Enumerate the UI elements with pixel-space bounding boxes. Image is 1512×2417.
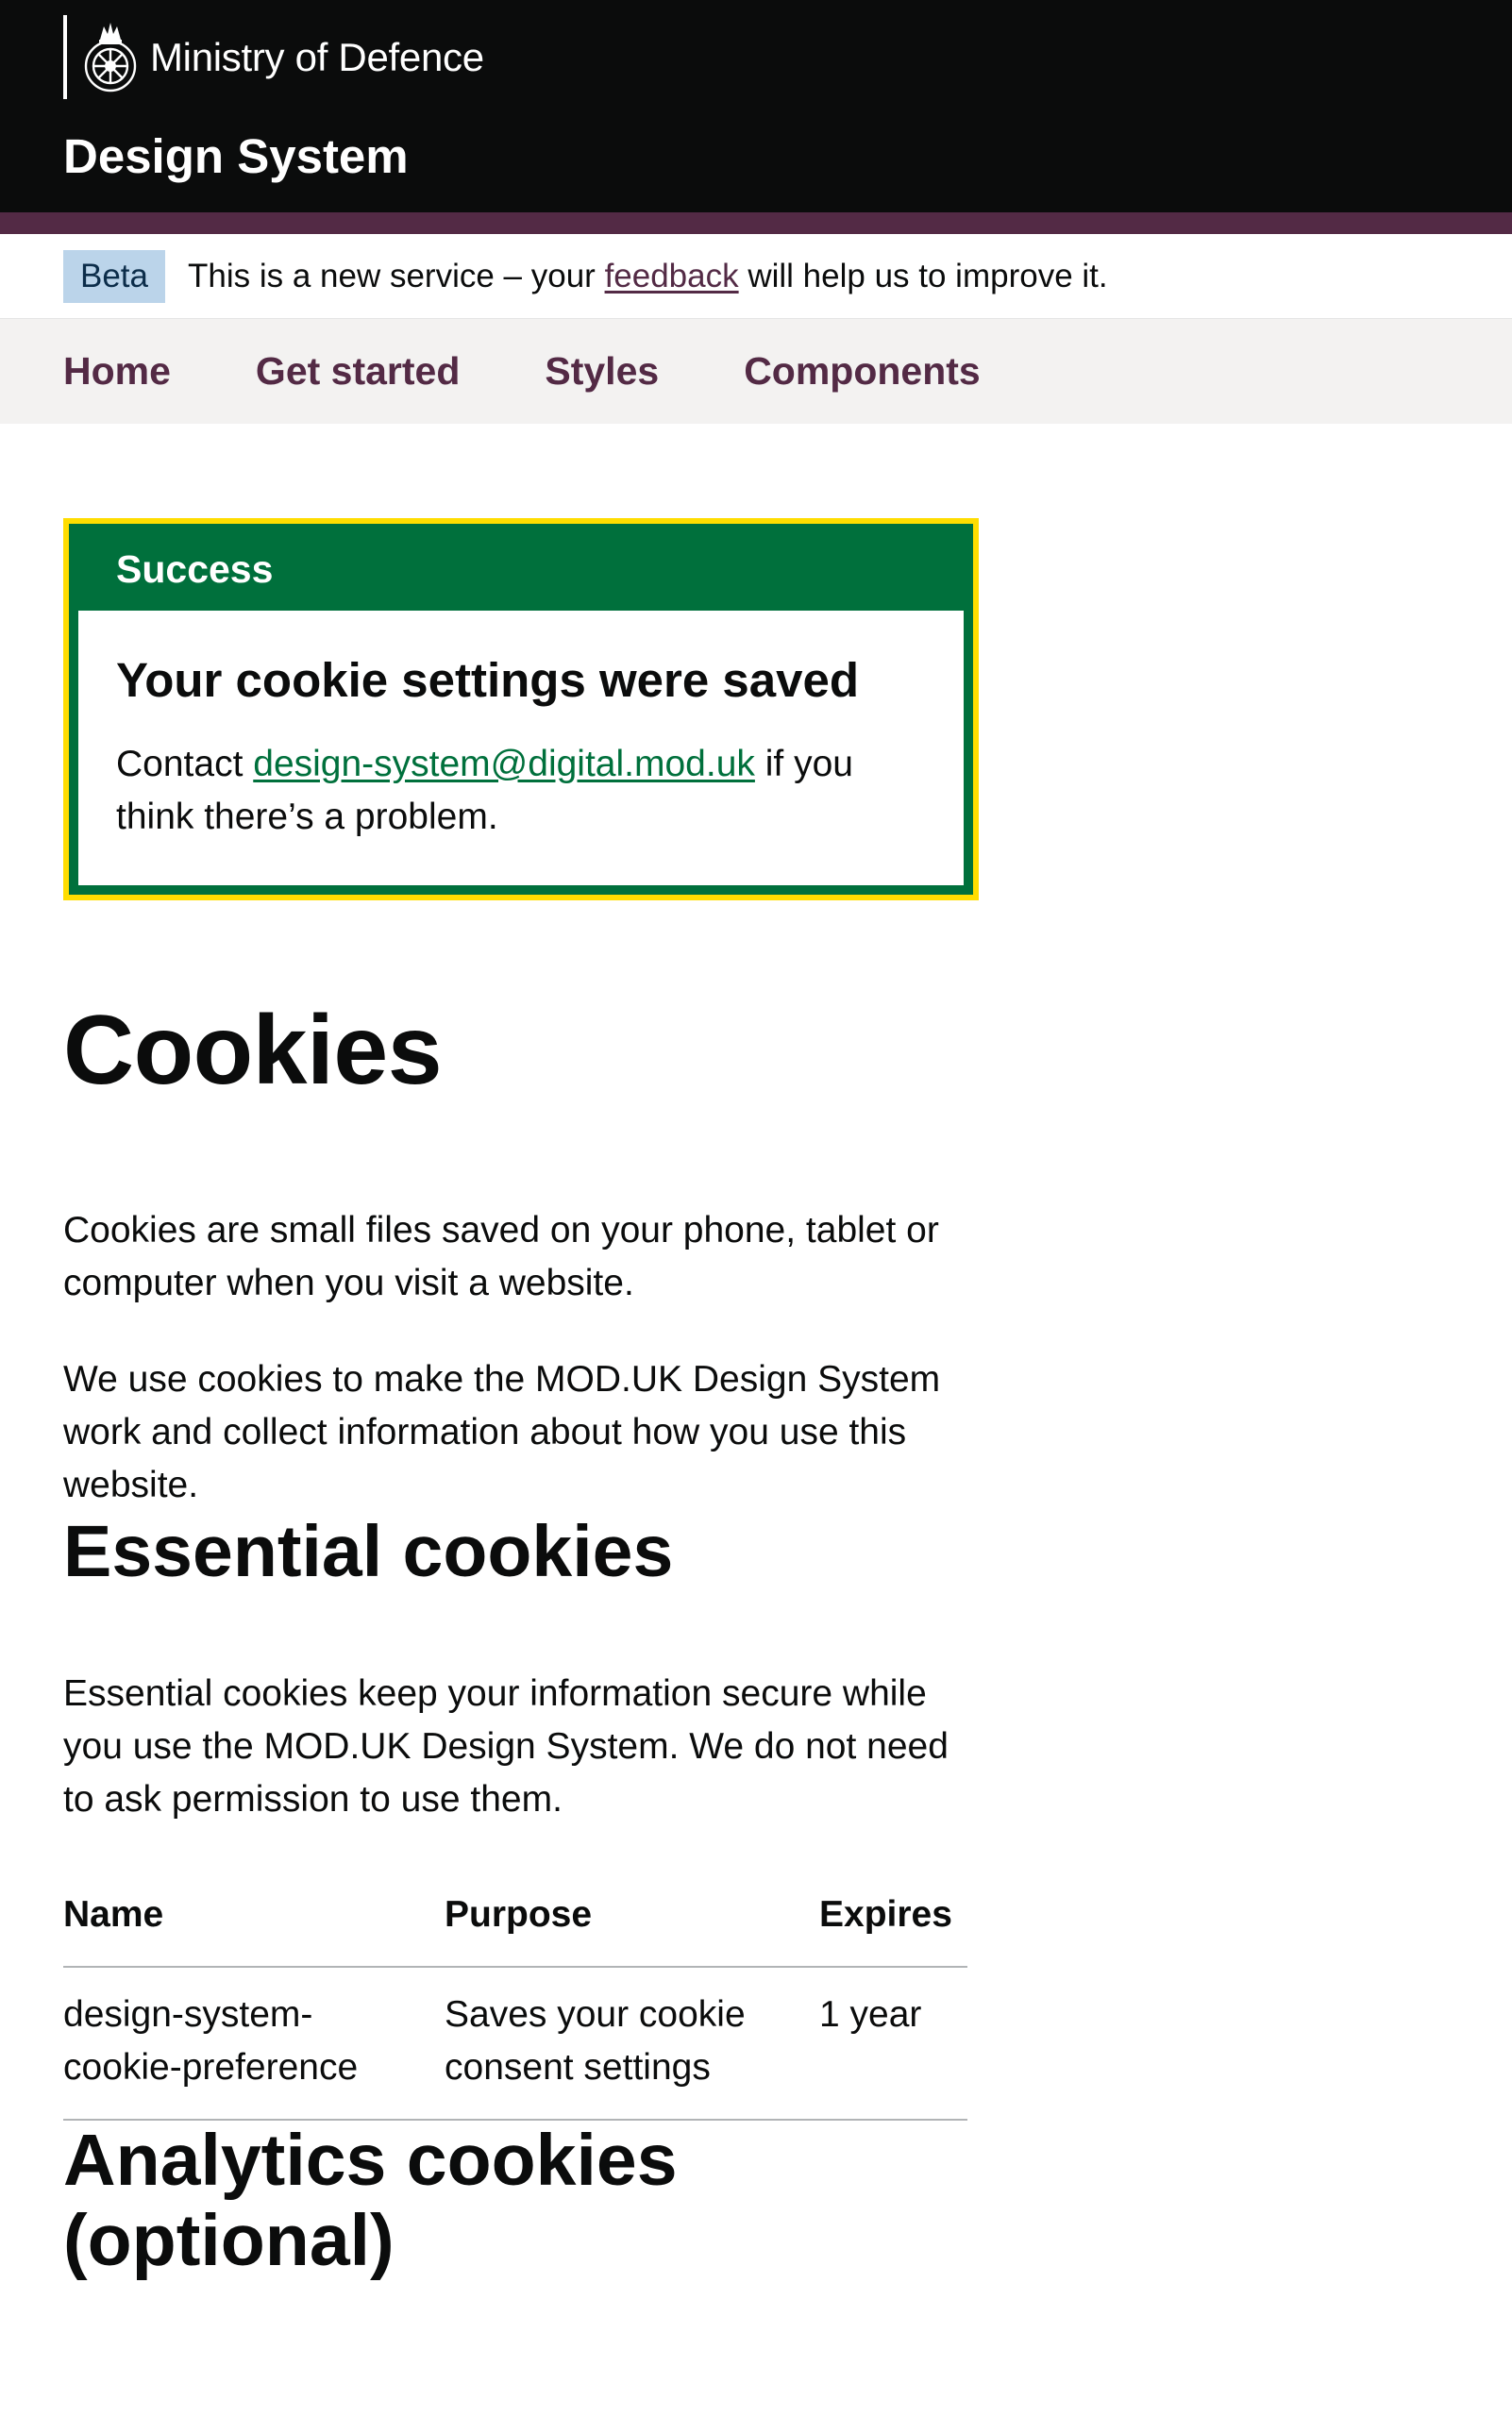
notification-heading: Your cookie settings were saved [116,653,860,707]
phase-banner-text: This is a new service – your feedback wi… [188,258,1108,295]
org-name: Ministry of Defence [150,34,484,79]
table-row: design-system-cookie-preference Saves yo… [63,1967,967,2122]
essential-cookies-text: Essential cookies keep your information … [63,1673,949,1821]
notification-text-before: Contact [116,744,254,784]
phase-text-after: will help us to improve it. [738,257,1108,294]
nav-item-get-started[interactable]: Get started [256,349,460,394]
notification-title: Success [116,547,274,591]
nav-item-styles[interactable]: Styles [545,349,659,394]
logo-divider [63,15,67,99]
analytics-cookies-heading: Analytics cookies (optional) [63,2120,678,2281]
notification-content: Your cookie settings were saved Contact … [78,611,964,885]
service-name-link[interactable]: Design System [63,128,409,184]
contact-email-link[interactable]: design-system@digital.mod.uk [253,744,755,784]
essential-cookies-table: Name Purpose Expires design-system-cooki… [63,1888,967,2122]
table-header-expires: Expires [819,1888,967,1969]
table-cell-name: design-system-cookie-preference [63,1967,445,2122]
main-content: Success Your cookie settings were saved … [0,518,979,2281]
table-header-row: Name Purpose Expires [63,1888,967,1969]
phase-banner: Beta This is a new service – your feedba… [0,234,1512,319]
intro-paragraph-2: We use cookies to make the MOD.UK Design… [63,1359,941,1506]
table-header-name: Name [63,1888,445,1969]
table-cell-expires: 1 year [819,1967,967,2122]
feedback-link[interactable]: feedback [605,258,739,294]
table-cell-purpose: Saves your cookie consent settings [445,1967,819,2122]
table-header-purpose: Purpose [445,1888,819,1969]
notification-text: Contact design-system@digital.mod.uk if … [116,738,926,844]
nav-item-home[interactable]: Home [63,349,171,394]
mod-crest-icon [80,15,141,99]
mod-logo[interactable]: Ministry of Defence [63,15,484,99]
phase-text-before: This is a new service – your [188,257,605,294]
site-header: Ministry of Defence Design System [0,0,1512,212]
essential-cookies-heading: Essential cookies [63,1511,674,1593]
brand-stripe [0,212,1512,234]
intro-paragraph-1: Cookies are small files saved on your ph… [63,1210,939,1304]
page-title: Cookies [63,996,443,1105]
nav-item-components[interactable]: Components [744,349,981,394]
beta-tag: Beta [63,249,165,303]
primary-navigation: Home Get started Styles Components [0,319,1512,424]
success-notification-banner: Success Your cookie settings were saved … [63,518,979,900]
